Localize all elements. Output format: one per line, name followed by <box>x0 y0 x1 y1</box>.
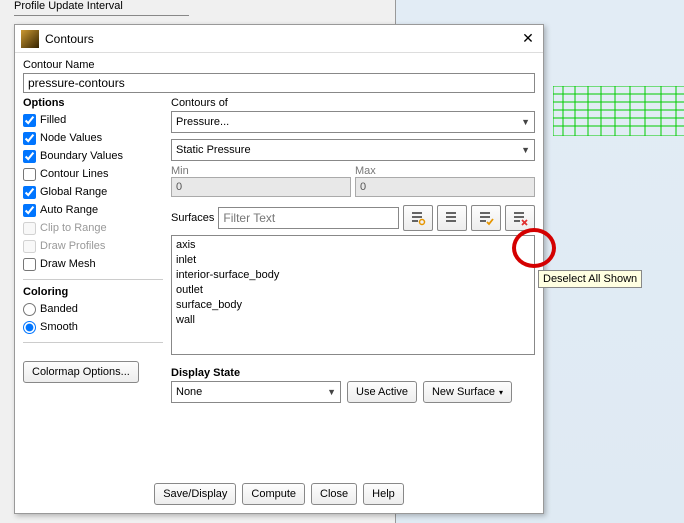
global-range-checkbox[interactable]: Global Range <box>23 183 163 201</box>
contour-name-label: Contour Name <box>23 59 535 71</box>
min-label: Min <box>171 165 189 177</box>
select-all-shown-button[interactable] <box>471 205 501 231</box>
min-input <box>171 177 351 197</box>
mesh-preview <box>553 86 684 136</box>
dialog-title: Contours <box>45 32 519 46</box>
contours-of-label: Contours of <box>171 97 535 109</box>
smooth-radio[interactable]: Smooth <box>23 318 163 336</box>
contour-lines-checkbox[interactable]: Contour Lines <box>23 165 163 183</box>
list-item[interactable]: wall <box>174 313 532 328</box>
auto-range-checkbox[interactable]: Auto Range <box>23 201 163 219</box>
banded-radio[interactable]: Banded <box>23 300 163 318</box>
list-item[interactable]: outlet <box>174 283 532 298</box>
compute-button[interactable]: Compute <box>242 483 305 505</box>
secondary-variable-select[interactable]: Static Pressure▼ <box>171 139 535 161</box>
close-button[interactable]: Close <box>311 483 357 505</box>
list-item[interactable]: interior-surface_body <box>174 268 532 283</box>
list-item[interactable]: axis <box>174 238 532 253</box>
save-display-button[interactable]: Save/Display <box>154 483 236 505</box>
app-icon <box>21 30 39 48</box>
list-icon <box>444 210 460 226</box>
list-x-icon <box>512 210 528 226</box>
contours-dialog: Contours ✕ Contour Name Options Filled N… <box>14 24 544 514</box>
use-active-button[interactable]: Use Active <box>347 381 417 403</box>
display-state-label: Display State <box>171 367 535 379</box>
list-plain-button[interactable] <box>437 205 467 231</box>
new-surface-button[interactable]: New Surface▾ <box>423 381 512 403</box>
profile-update-interval-label: Profile Update Interval <box>14 0 123 12</box>
draw-mesh-checkbox[interactable]: Draw Mesh <box>23 255 163 273</box>
chevron-down-icon: ▼ <box>521 117 530 127</box>
node-values-checkbox[interactable]: Node Values <box>23 129 163 147</box>
draw-profiles-checkbox: Draw Profiles <box>23 237 163 255</box>
max-label: Max <box>355 165 376 177</box>
primary-variable-select[interactable]: Pressure...▼ <box>171 111 535 133</box>
surfaces-list[interactable]: axisinletinterior-surface_bodyoutletsurf… <box>171 235 535 355</box>
display-state-select[interactable]: None▼ <box>171 381 341 403</box>
list-check-icon <box>478 210 494 226</box>
list-item[interactable]: surface_body <box>174 298 532 313</box>
list-filter-icon <box>410 210 426 226</box>
close-icon[interactable]: ✕ <box>519 30 537 48</box>
options-header: Options <box>23 97 163 109</box>
boundary-values-checkbox[interactable]: Boundary Values <box>23 147 163 165</box>
colormap-options-button[interactable]: Colormap Options... <box>23 361 139 383</box>
coloring-header: Coloring <box>23 286 163 298</box>
filter-toggle-button[interactable] <box>403 205 433 231</box>
clip-to-range-checkbox: Clip to Range <box>23 219 163 237</box>
max-input <box>355 177 535 197</box>
chevron-down-icon: ▼ <box>521 145 530 155</box>
surfaces-label: Surfaces <box>171 212 214 224</box>
help-button[interactable]: Help <box>363 483 404 505</box>
deselect-all-shown-button[interactable] <box>505 205 535 231</box>
chevron-down-icon: ▼ <box>327 387 336 397</box>
contour-name-input[interactable] <box>23 73 535 93</box>
tooltip-deselect-all-shown: Deselect All Shown <box>538 270 642 288</box>
list-item[interactable]: inlet <box>174 253 532 268</box>
surfaces-filter-input[interactable] <box>218 207 399 229</box>
filled-checkbox[interactable]: Filled <box>23 111 163 129</box>
chevron-down-icon: ▾ <box>499 388 503 397</box>
